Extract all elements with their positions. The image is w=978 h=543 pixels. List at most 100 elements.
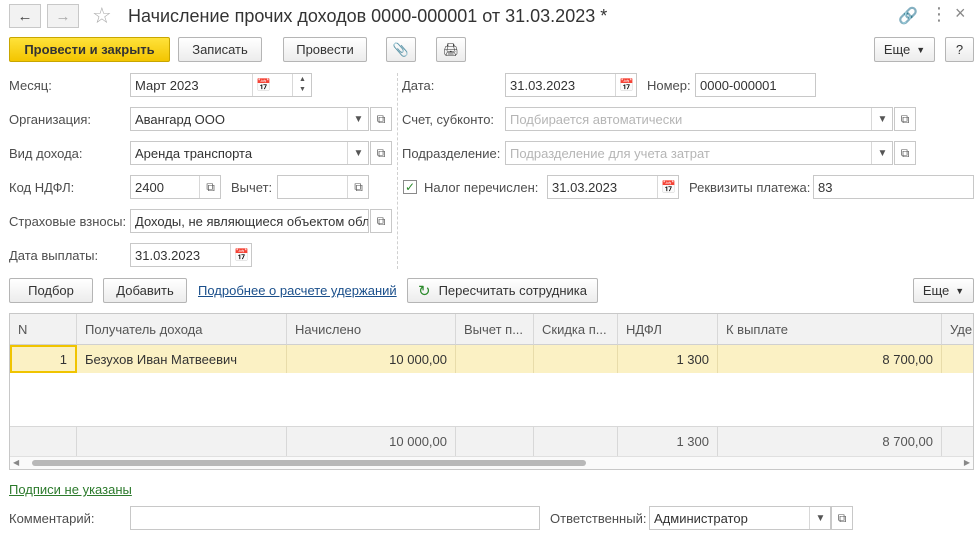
scroll-left-icon[interactable]: ◀ [13, 458, 19, 467]
add-button[interactable]: Добавить [103, 278, 187, 303]
table-row-cell-accrued[interactable]: 10 000,00 [287, 345, 456, 373]
link-button[interactable]: 🔗 [898, 6, 918, 26]
number-value: 0000-000001 [700, 77, 777, 93]
stepper-up-icon[interactable]: ▲ [299, 75, 306, 85]
column-header-n[interactable]: N [10, 314, 77, 345]
link-icon: 🔗 [898, 8, 918, 25]
payment-details-value: 83 [818, 179, 833, 195]
insurance-value: Доходы, не являющиеся объектом обл [135, 213, 369, 229]
month-field[interactable]: Март 2023 📅 ▲ ▼ [130, 73, 312, 97]
table-row-cell-n[interactable]: 1 [10, 345, 77, 373]
month-stepper[interactable]: ▲ ▼ [292, 74, 311, 96]
tax-paid-date-value: 31.03.2023 [552, 179, 618, 195]
favorite-button[interactable]: ☆ [92, 3, 112, 29]
column-header-recipient[interactable]: Получатель дохода [77, 314, 287, 345]
pay-date-calendar-button[interactable]: 📅 [230, 244, 251, 266]
table-more-button[interactable]: Еще ▼ [913, 278, 974, 303]
account-open-button[interactable]: ⧉ [894, 107, 916, 131]
back-button[interactable]: ← [9, 4, 41, 28]
forward-button[interactable]: → [47, 4, 79, 28]
total-cell-discount [534, 426, 618, 456]
column-header-withheld[interactable]: Уде [942, 314, 973, 345]
comment-field[interactable] [130, 506, 540, 530]
division-open-button[interactable]: ⧉ [894, 141, 916, 165]
organization-dropdown[interactable]: ▼ [347, 108, 368, 130]
open-icon: ⧉ [206, 179, 215, 194]
tax-paid-date-field[interactable]: 31.03.2023 📅 [547, 175, 679, 199]
paperclip-icon: 📎 [392, 41, 410, 57]
table-row-cell-ndfl[interactable]: 1 300 [618, 345, 718, 373]
save-button[interactable]: Записать [178, 37, 262, 62]
column-header-ndfl[interactable]: НДФЛ [618, 314, 718, 345]
chevron-down-icon: ▼ [877, 147, 888, 159]
total-cell-deduction [456, 426, 534, 456]
column-header-deduction[interactable]: Вычет п... [456, 314, 534, 345]
pay-date-label: Дата выплаты: [9, 248, 99, 263]
comment-label: Комментарий: [9, 511, 95, 526]
stepper-down-icon[interactable]: ▼ [299, 85, 306, 95]
organization-open-button[interactable]: ⧉ [370, 107, 392, 131]
table-row-cell-deduction[interactable] [456, 345, 534, 373]
table-row-cell-discount[interactable] [534, 345, 618, 373]
close-icon: × [955, 3, 966, 23]
date-field[interactable]: 31.03.2023 📅 [505, 73, 637, 97]
calendar-icon: 📅 [234, 248, 249, 262]
account-field[interactable]: Подбирается автоматически ▼ [505, 107, 893, 131]
ndfl-code-open-button[interactable]: ⧉ [199, 176, 220, 198]
printer-icon: 🖨 [442, 41, 460, 57]
organization-value: Авангард ООО [135, 111, 225, 127]
tax-paid-checkbox[interactable]: ✓ [403, 180, 417, 194]
tax-paid-calendar-button[interactable]: 📅 [657, 176, 678, 198]
arrow-right-icon: → [55, 7, 71, 25]
calendar-button[interactable]: 📅 [252, 74, 274, 96]
attach-button[interactable]: 📎 [386, 37, 416, 62]
table-row-cell-withheld[interactable] [942, 345, 973, 373]
select-button[interactable]: Подбор [9, 278, 93, 303]
table-row-cell-to-pay[interactable]: 8 700,00 [718, 345, 942, 373]
signatures-link[interactable]: Подписи не указаны [9, 482, 132, 497]
deduction-field[interactable]: ⧉ [277, 175, 369, 199]
account-label: Счет, субконто: [402, 112, 495, 127]
date-value: 31.03.2023 [510, 77, 576, 93]
deduction-open-button[interactable]: ⧉ [347, 176, 368, 198]
division-field[interactable]: Подразделение для учета затрат ▼ [505, 141, 893, 165]
scrollbar-thumb[interactable] [32, 460, 586, 466]
scroll-right-icon[interactable]: ▶ [964, 458, 970, 467]
number-label: Номер: [647, 78, 691, 93]
print-button[interactable]: 🖨 [436, 37, 466, 62]
account-dropdown[interactable]: ▼ [871, 108, 892, 130]
payment-details-field[interactable]: 83 [813, 175, 974, 199]
division-dropdown[interactable]: ▼ [871, 142, 892, 164]
income-table[interactable]: N Получатель дохода Начислено Вычет п...… [9, 313, 974, 470]
column-header-discount[interactable]: Скидка п... [534, 314, 618, 345]
pay-date-value: 31.03.2023 [135, 247, 201, 263]
income-type-dropdown[interactable]: ▼ [347, 142, 368, 164]
income-type-open-button[interactable]: ⧉ [370, 141, 392, 165]
horizontal-scrollbar[interactable]: ◀ ▶ [10, 456, 973, 469]
pay-date-field[interactable]: 31.03.2023 📅 [130, 243, 252, 267]
responsible-value: Администратор [654, 510, 748, 526]
responsible-dropdown[interactable]: ▼ [809, 507, 830, 529]
post-button[interactable]: Провести [283, 37, 367, 62]
number-field[interactable]: 0000-000001 [695, 73, 816, 97]
post-and-close-button[interactable]: Провести и закрыть [9, 37, 170, 62]
insurance-field[interactable]: Доходы, не являющиеся объектом обл [130, 209, 369, 233]
insurance-open-button[interactable]: ⧉ [370, 209, 392, 233]
responsible-field[interactable]: Администратор ▼ [649, 506, 831, 530]
insurance-label: Страховые взносы: [9, 214, 127, 229]
close-button[interactable]: × [955, 3, 966, 24]
recalc-button[interactable]: ↻ Пересчитать сотрудника [407, 278, 598, 303]
column-header-accrued[interactable]: Начислено [287, 314, 456, 345]
more-button[interactable]: Еще ▼ [874, 37, 935, 62]
details-link[interactable]: Подробнее о расчете удержаний [198, 283, 397, 298]
income-type-field[interactable]: Аренда транспорта ▼ [130, 141, 369, 165]
column-header-to-pay[interactable]: К выплате [718, 314, 942, 345]
date-calendar-button[interactable]: 📅 [615, 74, 636, 96]
help-button[interactable]: ? [945, 37, 974, 62]
checkmark-icon: ✓ [404, 180, 416, 194]
table-row-cell-recipient[interactable]: Безухов Иван Матвеевич [77, 345, 287, 373]
ndfl-code-field[interactable]: 2400 ⧉ [130, 175, 221, 199]
responsible-open-button[interactable]: ⧉ [831, 506, 853, 530]
organization-field[interactable]: Авангард ООО ▼ [130, 107, 369, 131]
menu-button[interactable]: ⋮ [930, 4, 948, 25]
